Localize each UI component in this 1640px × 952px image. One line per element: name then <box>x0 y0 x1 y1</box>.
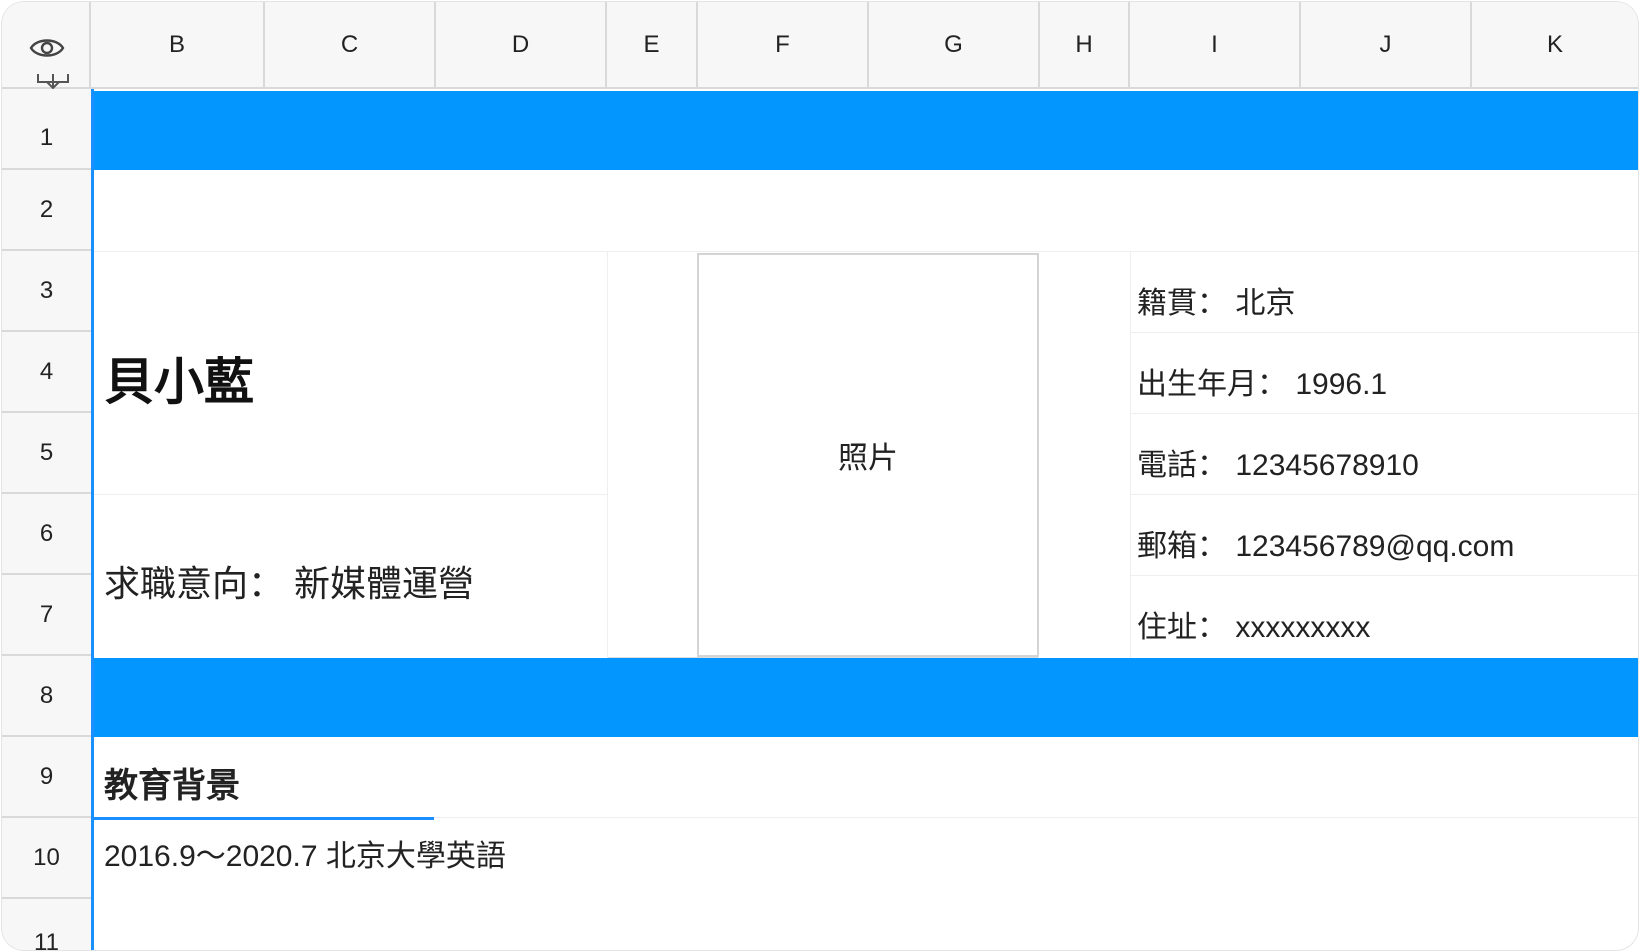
gridline <box>1130 494 1638 495</box>
row-header-8[interactable]: 8 <box>2 656 91 737</box>
info-phone-cell[interactable]: 電話： 12345678910 <box>1137 440 1419 484</box>
gridline <box>1130 332 1638 333</box>
row-header-10[interactable]: 10 <box>2 818 91 899</box>
gridline <box>94 494 607 495</box>
row-header-9[interactable]: 9 <box>2 737 91 818</box>
gridline <box>94 251 1638 252</box>
row-header-7[interactable]: 7 <box>2 575 91 656</box>
gridline <box>607 657 1038 658</box>
column-header-d[interactable]: D <box>436 2 607 89</box>
column-header-g[interactable]: G <box>869 2 1040 89</box>
row-header-2[interactable]: 2 <box>2 170 91 251</box>
row-number: 1 <box>39 123 54 151</box>
column-header-h[interactable]: H <box>1040 2 1130 89</box>
education-title-cell[interactable]: 教育背景 <box>104 758 240 807</box>
candidate-name-cell[interactable]: 貝小藍 <box>104 342 254 414</box>
eye-icon[interactable] <box>29 30 65 66</box>
photo-label: 照片 <box>838 442 898 475</box>
info-birth-cell[interactable]: 出生年月： 1996.1 <box>1137 359 1387 403</box>
column-header-k[interactable]: K <box>1472 2 1638 89</box>
row-header-1[interactable]: 1 <box>2 89 91 170</box>
column-header-i[interactable]: I <box>1130 2 1301 89</box>
column-header-c[interactable]: C <box>265 2 436 89</box>
spreadsheet-frame: B C D E F G H I J K 1 2 3 4 5 6 7 8 9 10… <box>2 2 1638 950</box>
photo-placeholder[interactable]: 照片 <box>697 253 1039 657</box>
header-band-row-8[interactable] <box>94 658 1638 737</box>
column-header-f[interactable]: F <box>698 2 869 89</box>
info-address-cell[interactable]: 住址： xxxxxxxxx <box>1137 602 1370 646</box>
selection-left-edge <box>91 89 94 950</box>
gridline <box>1130 251 1131 658</box>
column-header-j[interactable]: J <box>1301 2 1472 89</box>
row-header-4[interactable]: 4 <box>2 332 91 413</box>
row-header-3[interactable]: 3 <box>2 251 91 332</box>
gridline <box>607 251 608 658</box>
row-header-5[interactable]: 5 <box>2 413 91 494</box>
row-header-11[interactable]: 11 <box>2 899 91 950</box>
row-header-6[interactable]: 6 <box>2 494 91 575</box>
gridline <box>1130 413 1638 414</box>
active-cell-underline <box>94 817 434 820</box>
column-header-e[interactable]: E <box>607 2 698 89</box>
info-hometown-cell[interactable]: 籍貫： 北京 <box>1137 278 1295 322</box>
job-intent-cell[interactable]: 求職意向： 新媒體運營 <box>104 555 474 607</box>
education-entry-cell[interactable]: 2016.9～2020.7 北京大學英語 <box>104 831 506 875</box>
gridline <box>1130 575 1638 576</box>
header-band-row-1[interactable] <box>94 91 1638 170</box>
info-email-cell[interactable]: 郵箱： 123456789@qq.com <box>1137 521 1514 565</box>
column-header-b[interactable]: B <box>91 2 265 89</box>
